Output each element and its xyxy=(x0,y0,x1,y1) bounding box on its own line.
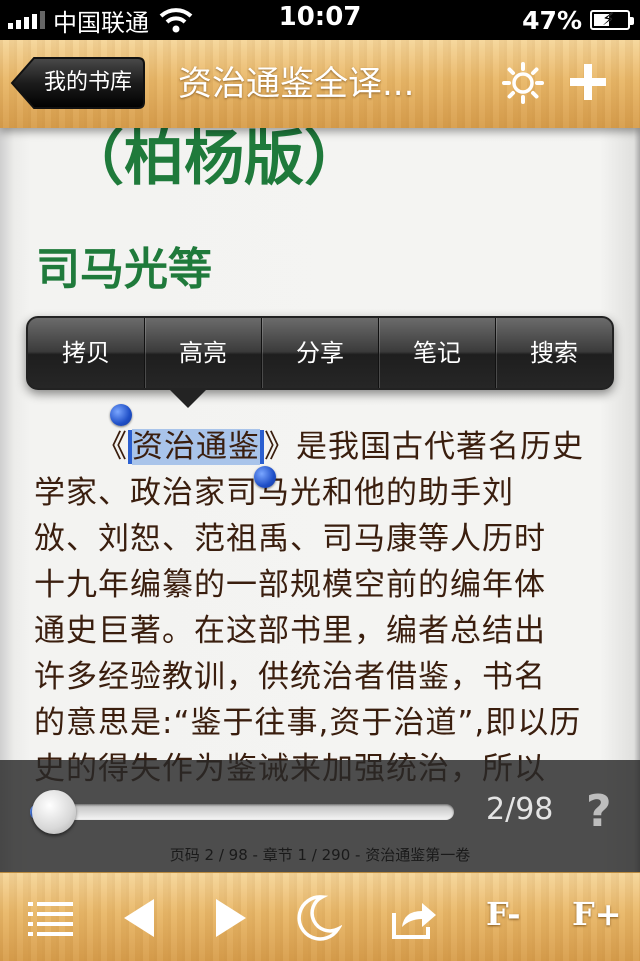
prev-icon[interactable] xyxy=(116,893,166,943)
text-line: 十九年编纂的一部规模空前的编年体 xyxy=(34,567,546,603)
highlight-menu-item[interactable]: 高亮 xyxy=(145,318,262,388)
text-line: 许多经验教训，供统治者借鉴，书名 xyxy=(34,659,546,695)
note-menu-item[interactable]: 笔记 xyxy=(379,318,496,388)
copy-menu-item[interactable]: 拷贝 xyxy=(28,318,145,388)
text-line: 通史巨著。在这部书里，编者总结出 xyxy=(34,613,546,649)
battery-percent: 47% xyxy=(522,5,582,35)
page-slider-track[interactable] xyxy=(30,804,454,820)
text-selection-menu: 拷贝 高亮 分享 笔记 搜索 xyxy=(26,316,614,390)
next-icon[interactable] xyxy=(204,893,254,943)
selection-end-handle[interactable] xyxy=(254,466,276,488)
book-body-text[interactable]: 《资治通鉴 》是我国古代著名历史 学家、政治家司马光和他的助手刘 攽、刘恕、范祖禹… xyxy=(34,424,612,792)
moon-icon[interactable] xyxy=(292,893,342,943)
my-library-back-button[interactable]: 我的书库 xyxy=(10,56,146,110)
list-icon[interactable] xyxy=(26,893,76,943)
share-icon[interactable] xyxy=(390,893,440,943)
location-info: 页码 2 / 98 - 章节 1 / 290 - 资治通鉴第一卷 xyxy=(169,846,471,864)
text-line: 攽、刘恕、范祖禹、司马康等人历时 xyxy=(34,521,546,557)
text-line: 学家、政治家司马光和他的助手刘 xyxy=(34,475,514,511)
share-menu-item[interactable]: 分享 xyxy=(262,318,379,388)
back-button-label: 我的书库 xyxy=(43,70,132,95)
page-slider-thumb[interactable] xyxy=(32,790,77,834)
book-author: 司马光等 xyxy=(36,244,212,295)
book-title: 资治通鉴全译... xyxy=(178,64,415,104)
selected-text: 资治通鉴 xyxy=(132,429,260,465)
menu-pointer-arrow xyxy=(168,388,208,408)
book-subtitle: （柏杨版） xyxy=(64,128,364,194)
font-increase-button[interactable]: F+ xyxy=(572,895,622,933)
text-line: 《资治通鉴 》是我国古代著名历史 xyxy=(96,429,584,465)
sun-icon[interactable] xyxy=(502,62,544,104)
page-indicator: 2/98 xyxy=(486,792,554,827)
help-icon[interactable]: ? xyxy=(586,786,612,837)
bottom-toolbar: F- F+ xyxy=(0,872,640,961)
selection-start-handle[interactable] xyxy=(110,404,132,426)
plus-icon[interactable] xyxy=(568,62,608,102)
progress-overlay: 2/98 ? 页码 2 / 98 - 章节 1 / 290 - 资治通鉴第一卷 xyxy=(0,760,640,872)
battery-icon: ⚡ xyxy=(590,10,634,30)
font-decrease-button[interactable]: F- xyxy=(486,895,521,933)
text-line: 的意思是:“鉴于往事,资于治道”,即以历 xyxy=(34,705,582,741)
search-menu-item[interactable]: 搜索 xyxy=(496,318,612,388)
navigation-bar: 我的书库 资治通鉴全译... xyxy=(0,40,640,128)
status-bar: 中国联通 10:07 47% ⚡ xyxy=(0,0,640,40)
